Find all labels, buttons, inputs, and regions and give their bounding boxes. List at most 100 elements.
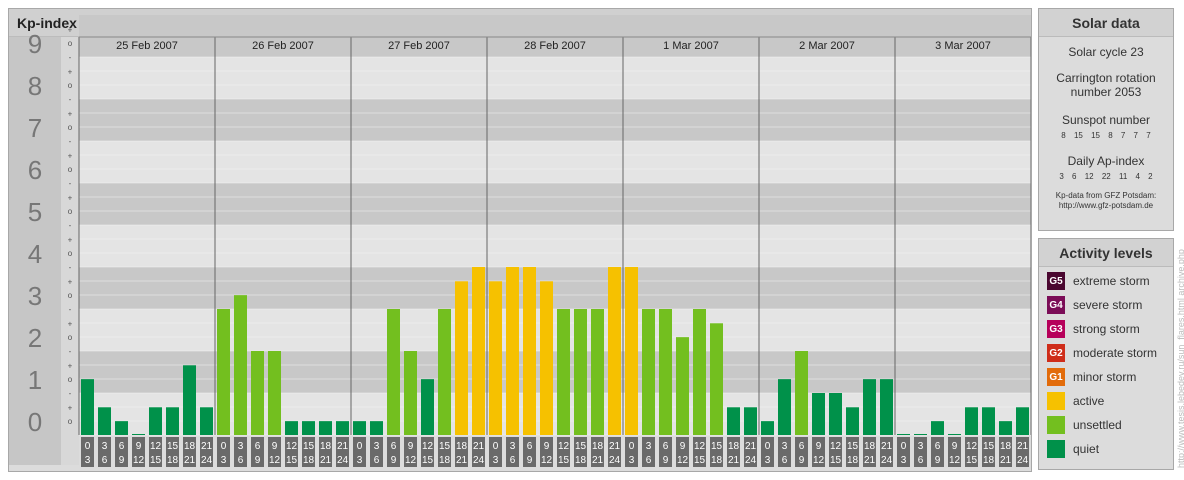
y-minor-mark: - [69,389,72,398]
hour-end-label: 18 [711,455,723,466]
kp-bar [387,309,400,435]
hour-start-label: 21 [1017,441,1029,452]
kp-bar [251,351,264,435]
y-minor-mark: + [68,193,73,202]
kp-bar [863,379,876,435]
kp-bar [1016,407,1029,435]
hour-end-label: 18 [167,455,179,466]
kp-bar [81,379,94,435]
hour-start-label: 3 [238,441,244,452]
kp-bar [421,379,434,435]
y-minor-mark: + [68,67,73,76]
y-minor-mark: + [68,109,73,118]
kp-bar [676,337,689,435]
hour-end-label: 6 [918,455,924,466]
kp-bar [98,407,111,435]
hour-end-label: 12 [133,455,145,466]
legend-swatch [1047,440,1065,458]
hour-end-label: 18 [303,455,315,466]
hour-start-label: 3 [374,441,380,452]
y-minor-mark: + [68,151,73,160]
hour-start-label: 0 [493,441,499,452]
kp-chart-panel: Kp-index(planetary 3-hourly index of geo… [8,8,1032,472]
legend-item-active: active [1047,391,1173,411]
kp-bar [557,309,570,435]
hour-start-label: 15 [303,441,315,452]
hour-end-label: 15 [966,455,978,466]
kp-bar [659,309,672,435]
y-minor-mark: o [68,81,73,90]
y-tick-label: 7 [28,113,42,143]
y-tick-label: 4 [28,239,42,269]
hour-start-label: 18 [184,441,196,452]
hour-start-label: 9 [272,441,278,452]
y-tick-label: 5 [28,197,42,227]
hour-start-label: 9 [816,441,822,452]
hour-start-label: 3 [782,441,788,452]
kp-bar [761,421,774,435]
legend-label: moderate storm [1073,346,1158,360]
y-minor-mark: + [68,235,73,244]
kp-bar [132,434,145,435]
y-minor-mark: + [68,403,73,412]
kp-bar [965,407,978,435]
y-tick-label: 8 [28,71,42,101]
hour-end-label: 15 [150,455,162,466]
hour-start-label: 6 [391,441,397,452]
hour-end-label: 6 [782,455,788,466]
hour-end-label: 21 [320,455,332,466]
band-8 [79,57,1031,99]
kp-bar [591,309,604,435]
hour-start-label: 15 [711,441,723,452]
hour-end-label: 6 [374,455,380,466]
kp-bar [217,309,230,435]
kp-bar [149,407,162,435]
legend-item-minor-storm: G1 minor storm [1047,367,1173,387]
solar-data-panel: Solar data Solar cycle 23 Carrington rot… [1038,8,1174,231]
kp-bar [625,267,638,435]
day-label: 2 Mar 2007 [799,40,855,52]
y-minor-mark: + [68,25,73,34]
hour-start-label: 18 [728,441,740,452]
y-minor-mark: - [69,179,72,188]
solar-cycle: Solar cycle 23 [1068,45,1144,59]
hour-start-label: 6 [255,441,261,452]
ap-index-values: 3 6 12 22 11 4 2 [1059,172,1153,181]
kp-bar [642,309,655,435]
hour-end-label: 9 [391,455,397,466]
legend-label: quiet [1073,442,1100,456]
hour-end-label: 21 [1000,455,1012,466]
hour-start-label: 18 [320,441,332,452]
hour-start-label: 18 [864,441,876,452]
hour-start-label: 3 [646,441,652,452]
hour-start-label: 3 [510,441,516,452]
hour-start-label: 9 [952,441,958,452]
band-7 [79,99,1031,141]
kp-bar [455,281,468,435]
hour-end-label: 6 [102,455,108,466]
hour-end-label: 24 [1017,455,1029,466]
kp-bar [727,407,740,435]
hour-start-label: 15 [575,441,587,452]
hour-end-label: 18 [575,455,587,466]
y-minor-mark: - [69,221,72,230]
hour-start-label: 12 [422,441,434,452]
hour-end-label: 18 [439,455,451,466]
hour-start-label: 12 [558,441,570,452]
hour-start-label: 18 [1000,441,1012,452]
y-minor-mark: o [68,375,73,384]
hour-start-label: 21 [473,441,485,452]
band-6 [79,141,1031,183]
kp-bar [795,351,808,435]
band-5 [79,183,1031,225]
sunspot-values: 8 15 15 8 7 7 7 [1061,131,1151,140]
hour-start-label: 3 [102,441,108,452]
solar-data-title: Solar data [1039,9,1173,37]
hour-end-label: 24 [201,455,213,466]
y-minor-mark: o [68,333,73,342]
kp-bar [693,309,706,435]
legend-item-moderate-storm: G2 moderate storm [1047,343,1173,363]
kp-bar [982,407,995,435]
day-label: 25 Feb 2007 [116,40,178,52]
sidebar: Solar data Solar cycle 23 Carrington rot… [1038,8,1174,477]
